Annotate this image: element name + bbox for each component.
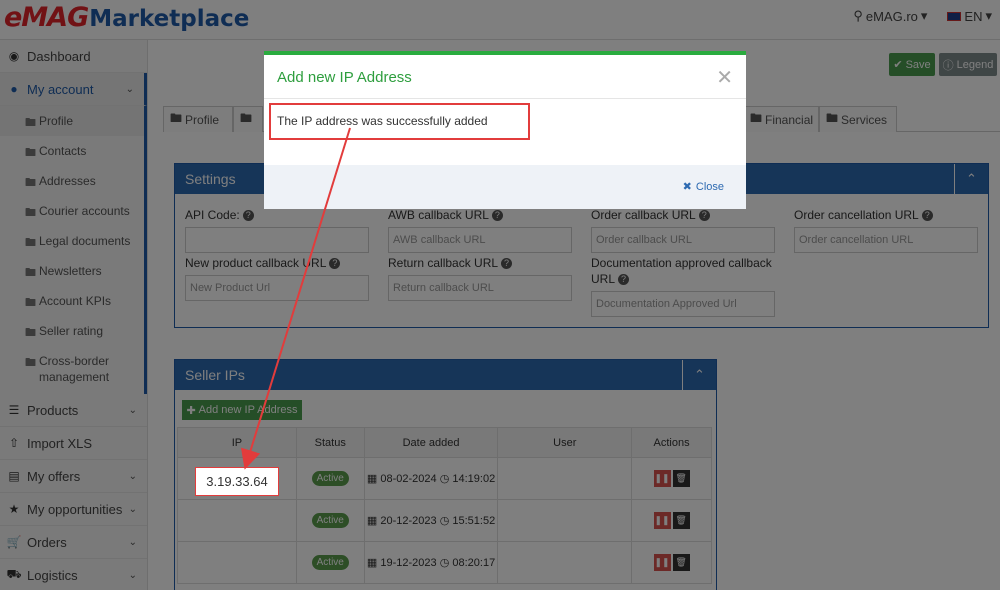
annotation-arrow	[240, 127, 351, 470]
